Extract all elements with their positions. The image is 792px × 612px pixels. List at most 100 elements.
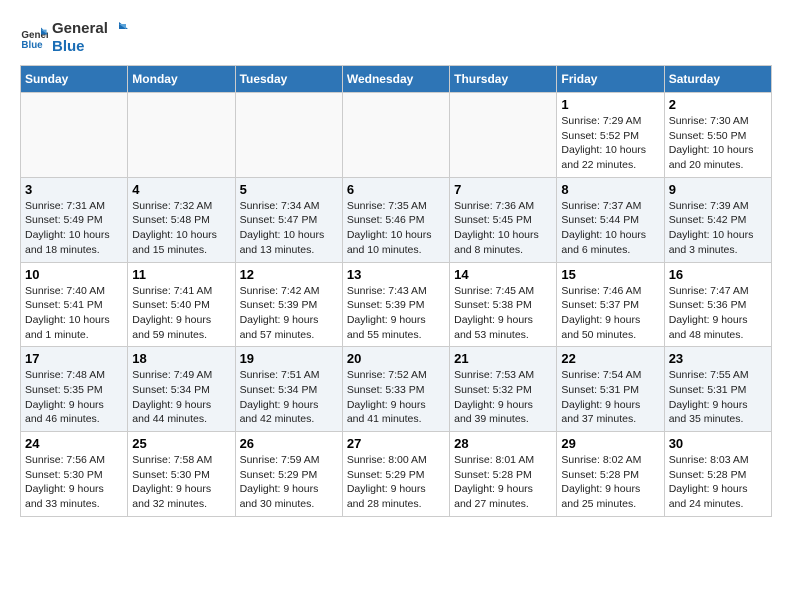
weekday-header-thursday: Thursday xyxy=(450,66,557,93)
day-info: Sunrise: 7:31 AM Sunset: 5:49 PM Dayligh… xyxy=(25,199,123,258)
calendar-cell: 21 Sunrise: 7:53 AM Sunset: 5:32 PM Dayli… xyxy=(450,347,557,432)
weekday-header-wednesday: Wednesday xyxy=(342,66,449,93)
logo-line2: Blue xyxy=(52,38,128,55)
calendar-cell: 26 Sunrise: 7:59 AM Sunset: 5:29 PM Dayli… xyxy=(235,432,342,517)
day-info: Sunrise: 7:36 AM Sunset: 5:45 PM Dayligh… xyxy=(454,199,552,258)
calendar-week-3: 10Sunrise: 7:40 AM Sunset: 5:41 PM Dayli… xyxy=(21,262,772,347)
calendar-cell xyxy=(450,93,557,178)
day-number: 26 xyxy=(240,436,338,451)
day-info: Sunrise: 7:54 AM Sunset: 5:31 PM Dayligh… xyxy=(561,368,659,427)
day-info: Sunrise: 7:30 AM Sunset: 5:50 PM Dayligh… xyxy=(669,114,767,173)
calendar-cell: 18 Sunrise: 7:49 AM Sunset: 5:34 PM Dayli… xyxy=(128,347,235,432)
day-info: Sunrise: 7:39 AM Sunset: 5:42 PM Dayligh… xyxy=(669,199,767,258)
day-info: Sunrise: 7:46 AM Sunset: 5:37 PM Dayligh… xyxy=(561,284,659,343)
calendar-cell: 10Sunrise: 7:40 AM Sunset: 5:41 PM Dayli… xyxy=(21,262,128,347)
day-number: 16 xyxy=(669,267,767,282)
calendar-cell xyxy=(342,93,449,178)
day-number: 13 xyxy=(347,267,445,282)
day-number: 18 xyxy=(132,351,230,366)
day-info: Sunrise: 7:59 AM Sunset: 5:29 PM Dayligh… xyxy=(240,453,338,512)
day-number: 9 xyxy=(669,182,767,197)
day-info: Sunrise: 7:58 AM Sunset: 5:30 PM Dayligh… xyxy=(132,453,230,512)
calendar-cell: 30Sunrise: 8:03 AM Sunset: 5:28 PM Dayli… xyxy=(664,432,771,517)
day-number: 6 xyxy=(347,182,445,197)
header: General Blue General Blue xyxy=(20,20,772,55)
day-number: 7 xyxy=(454,182,552,197)
calendar-cell xyxy=(235,93,342,178)
logo: General Blue General Blue xyxy=(20,20,128,55)
day-info: Sunrise: 7:48 AM Sunset: 5:35 PM Dayligh… xyxy=(25,368,123,427)
calendar-cell: 4Sunrise: 7:32 AM Sunset: 5:48 PM Daylig… xyxy=(128,177,235,262)
day-info: Sunrise: 7:47 AM Sunset: 5:36 PM Dayligh… xyxy=(669,284,767,343)
day-info: Sunrise: 7:56 AM Sunset: 5:30 PM Dayligh… xyxy=(25,453,123,512)
day-info: Sunrise: 7:29 AM Sunset: 5:52 PM Dayligh… xyxy=(561,114,659,173)
calendar-cell: 22Sunrise: 7:54 AM Sunset: 5:31 PM Dayli… xyxy=(557,347,664,432)
day-number: 1 xyxy=(561,97,659,112)
day-number: 19 xyxy=(240,351,338,366)
calendar-cell: 2Sunrise: 7:30 AM Sunset: 5:50 PM Daylig… xyxy=(664,93,771,178)
calendar-cell: 15 Sunrise: 7:46 AM Sunset: 5:37 PM Dayli… xyxy=(557,262,664,347)
day-info: Sunrise: 7:53 AM Sunset: 5:32 PM Dayligh… xyxy=(454,368,552,427)
day-info: Sunrise: 7:52 AM Sunset: 5:33 PM Dayligh… xyxy=(347,368,445,427)
calendar-week-2: 3 Sunrise: 7:31 AM Sunset: 5:49 PM Daylig… xyxy=(21,177,772,262)
weekday-header-tuesday: Tuesday xyxy=(235,66,342,93)
logo-bird-icon xyxy=(110,20,128,38)
weekday-header-sunday: Sunday xyxy=(21,66,128,93)
calendar-cell xyxy=(21,93,128,178)
day-number: 8 xyxy=(561,182,659,197)
day-number: 25 xyxy=(132,436,230,451)
calendar-cell xyxy=(128,93,235,178)
logo-line1: General xyxy=(52,20,128,38)
calendar-week-4: 17Sunrise: 7:48 AM Sunset: 5:35 PM Dayli… xyxy=(21,347,772,432)
calendar-table: SundayMondayTuesdayWednesdayThursdayFrid… xyxy=(20,65,772,517)
day-number: 23 xyxy=(669,351,767,366)
day-info: Sunrise: 7:43 AM Sunset: 5:39 PM Dayligh… xyxy=(347,284,445,343)
weekday-header-saturday: Saturday xyxy=(664,66,771,93)
calendar-cell: 12 Sunrise: 7:42 AM Sunset: 5:39 PM Dayli… xyxy=(235,262,342,347)
calendar-cell: 7 Sunrise: 7:36 AM Sunset: 5:45 PM Daylig… xyxy=(450,177,557,262)
day-number: 3 xyxy=(25,182,123,197)
svg-text:Blue: Blue xyxy=(21,39,43,50)
calendar-cell: 23Sunrise: 7:55 AM Sunset: 5:31 PM Dayli… xyxy=(664,347,771,432)
calendar-cell: 24 Sunrise: 7:56 AM Sunset: 5:30 PM Dayli… xyxy=(21,432,128,517)
day-info: Sunrise: 7:42 AM Sunset: 5:39 PM Dayligh… xyxy=(240,284,338,343)
calendar-cell: 28 Sunrise: 8:01 AM Sunset: 5:28 PM Dayli… xyxy=(450,432,557,517)
day-info: Sunrise: 7:37 AM Sunset: 5:44 PM Dayligh… xyxy=(561,199,659,258)
day-number: 10 xyxy=(25,267,123,282)
day-number: 15 xyxy=(561,267,659,282)
day-info: Sunrise: 8:01 AM Sunset: 5:28 PM Dayligh… xyxy=(454,453,552,512)
calendar-cell: 16 Sunrise: 7:47 AM Sunset: 5:36 PM Dayli… xyxy=(664,262,771,347)
calendar-cell: 19Sunrise: 7:51 AM Sunset: 5:34 PM Dayli… xyxy=(235,347,342,432)
day-number: 28 xyxy=(454,436,552,451)
calendar-cell: 27 Sunrise: 8:00 AM Sunset: 5:29 PM Dayli… xyxy=(342,432,449,517)
calendar-cell: 1 Sunrise: 7:29 AM Sunset: 5:52 PM Daylig… xyxy=(557,93,664,178)
day-number: 4 xyxy=(132,182,230,197)
day-number: 24 xyxy=(25,436,123,451)
calendar-cell: 5 Sunrise: 7:34 AM Sunset: 5:47 PM Daylig… xyxy=(235,177,342,262)
weekday-header-monday: Monday xyxy=(128,66,235,93)
calendar-cell: 3 Sunrise: 7:31 AM Sunset: 5:49 PM Daylig… xyxy=(21,177,128,262)
calendar-cell: 8 Sunrise: 7:37 AM Sunset: 5:44 PM Daylig… xyxy=(557,177,664,262)
day-info: Sunrise: 7:49 AM Sunset: 5:34 PM Dayligh… xyxy=(132,368,230,427)
day-info: Sunrise: 7:35 AM Sunset: 5:46 PM Dayligh… xyxy=(347,199,445,258)
day-number: 5 xyxy=(240,182,338,197)
calendar-cell: 17Sunrise: 7:48 AM Sunset: 5:35 PM Dayli… xyxy=(21,347,128,432)
day-info: Sunrise: 8:02 AM Sunset: 5:28 PM Dayligh… xyxy=(561,453,659,512)
day-number: 12 xyxy=(240,267,338,282)
calendar-cell: 25 Sunrise: 7:58 AM Sunset: 5:30 PM Dayli… xyxy=(128,432,235,517)
calendar-week-1: 1 Sunrise: 7:29 AM Sunset: 5:52 PM Daylig… xyxy=(21,93,772,178)
day-number: 21 xyxy=(454,351,552,366)
day-number: 27 xyxy=(347,436,445,451)
calendar-cell: 14Sunrise: 7:45 AM Sunset: 5:38 PM Dayli… xyxy=(450,262,557,347)
calendar-cell: 11Sunrise: 7:41 AM Sunset: 5:40 PM Dayli… xyxy=(128,262,235,347)
day-info: Sunrise: 7:34 AM Sunset: 5:47 PM Dayligh… xyxy=(240,199,338,258)
day-info: Sunrise: 8:00 AM Sunset: 5:29 PM Dayligh… xyxy=(347,453,445,512)
day-number: 11 xyxy=(132,267,230,282)
calendar-week-5: 24 Sunrise: 7:56 AM Sunset: 5:30 PM Dayli… xyxy=(21,432,772,517)
day-info: Sunrise: 7:45 AM Sunset: 5:38 PM Dayligh… xyxy=(454,284,552,343)
weekday-header-friday: Friday xyxy=(557,66,664,93)
calendar-cell: 29Sunrise: 8:02 AM Sunset: 5:28 PM Dayli… xyxy=(557,432,664,517)
calendar-cell: 6 Sunrise: 7:35 AM Sunset: 5:46 PM Daylig… xyxy=(342,177,449,262)
logo-icon: General Blue xyxy=(20,24,48,52)
calendar-cell: 13 Sunrise: 7:43 AM Sunset: 5:39 PM Dayli… xyxy=(342,262,449,347)
